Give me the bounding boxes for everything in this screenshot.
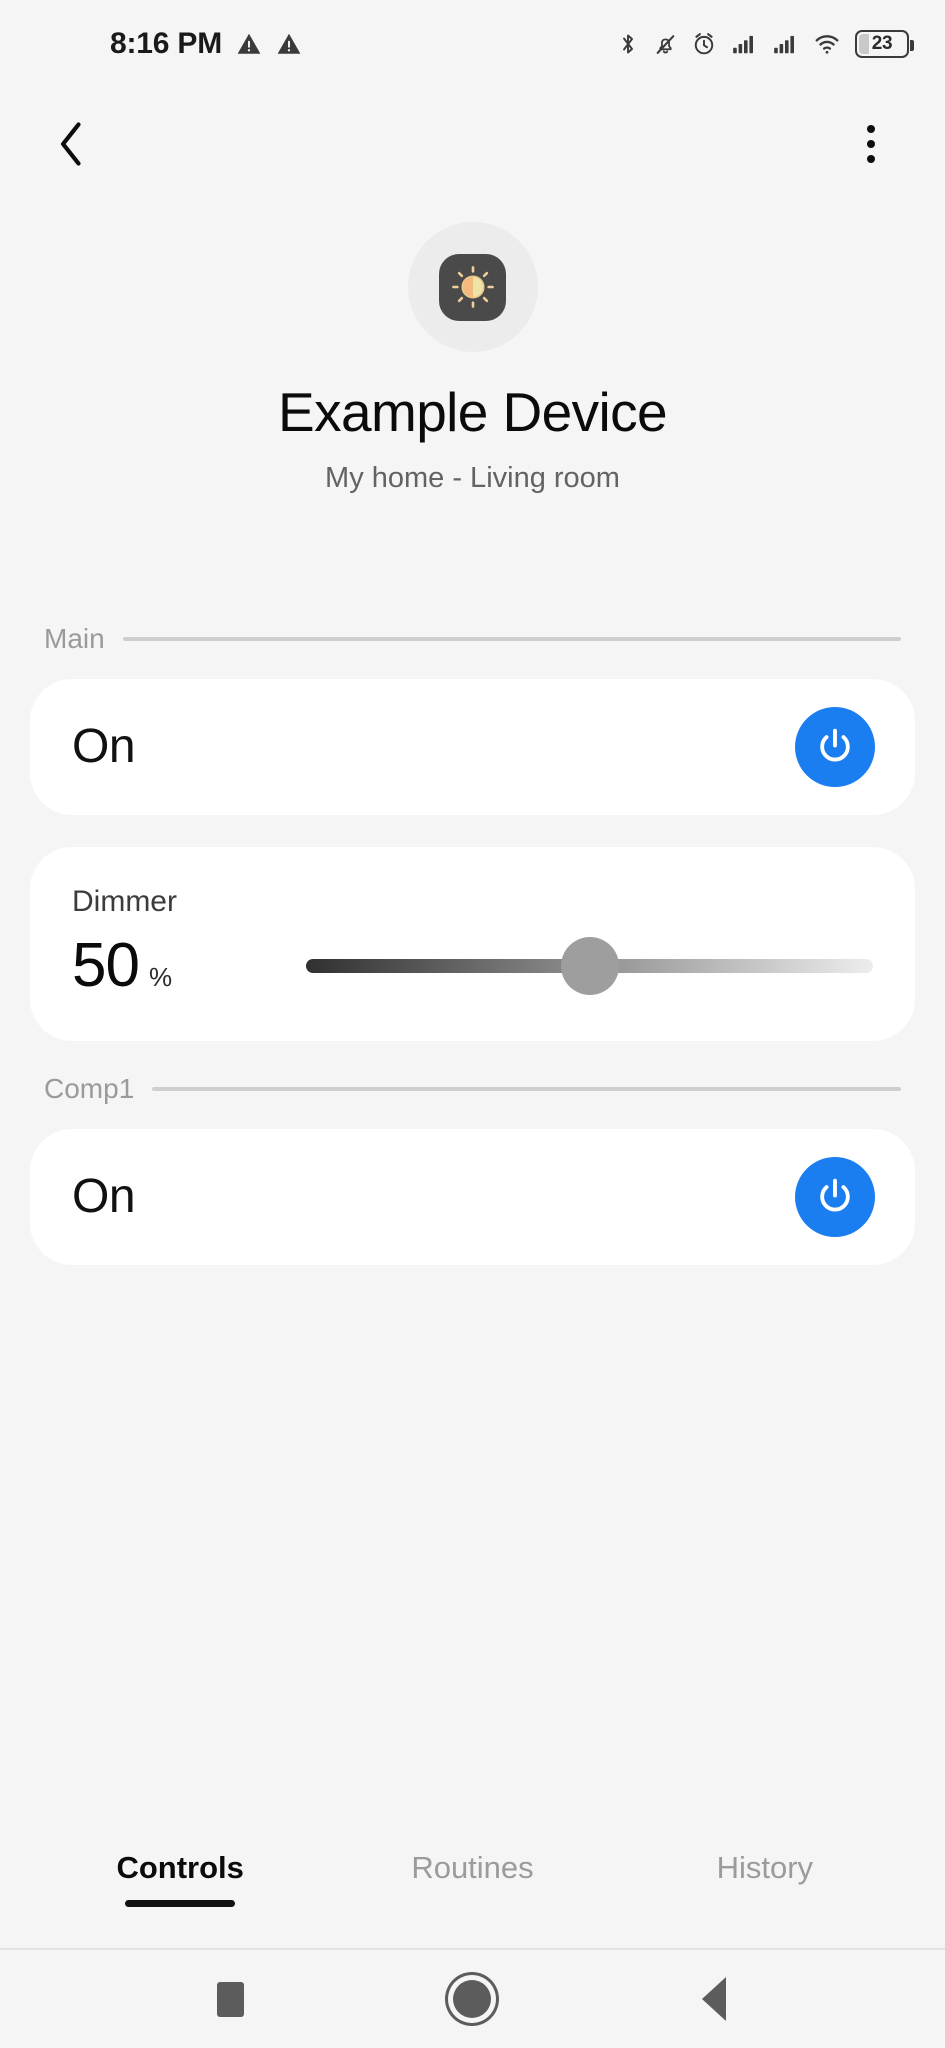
android-navigation-bar — [0, 1950, 945, 2048]
section-header-comp1: Comp1 — [30, 1073, 915, 1105]
home-button[interactable] — [427, 1954, 517, 2044]
controls-content: Main On Dimmer 50 % Comp1 On — [0, 623, 945, 1833]
status-bar-left: 8:16 PM — [110, 27, 302, 61]
tab-label: History — [716, 1850, 814, 1885]
section-label: Main — [44, 622, 105, 654]
slider-unit: % — [148, 961, 173, 992]
bluetooth-icon — [623, 34, 633, 54]
warning-triangle-icon — [237, 33, 261, 54]
slider-thumb[interactable] — [560, 936, 619, 995]
device-detail-screen: 8:16 PM 23 Example Device My home - Livi… — [0, 0, 945, 2048]
home-circle-icon — [453, 1980, 492, 2018]
tab-label: Controls — [116, 1850, 244, 1885]
chevron-left-icon — [60, 122, 81, 166]
alarm-icon — [694, 33, 714, 55]
power-icon — [820, 1178, 850, 1211]
section-divider — [122, 636, 901, 641]
section-label: Comp1 — [44, 1072, 135, 1104]
slider-value: 50 — [72, 930, 140, 1000]
tab-history[interactable]: History — [619, 1832, 911, 1907]
signal-sim2-icon — [774, 35, 794, 54]
tab-routines[interactable]: Routines — [326, 1832, 618, 1907]
power-toggle-button[interactable] — [795, 706, 875, 787]
bottom-tab-bar: Controls Routines History — [0, 1832, 945, 1950]
notifications-silenced-icon — [656, 35, 675, 54]
more-vertical-icon — [867, 125, 875, 163]
tab-controls[interactable]: Controls — [34, 1832, 326, 1907]
app-bar — [0, 88, 945, 200]
overflow-menu-button[interactable] — [839, 112, 903, 176]
battery-level: 23 — [871, 33, 893, 54]
toggle-state-label: On — [72, 720, 136, 773]
back-triangle-icon — [702, 1977, 727, 2021]
warning-triangle-icon — [277, 33, 301, 54]
back-nav-button[interactable] — [669, 1954, 759, 2044]
tab-active-indicator — [125, 1900, 236, 1907]
wifi-icon — [815, 35, 839, 54]
slider-label: Dimmer — [72, 884, 177, 918]
device-hero: Example Device My home - Living room — [0, 200, 945, 495]
status-clock: 8:16 PM — [110, 27, 222, 60]
slider-card-body: Dimmer 50 % — [30, 847, 915, 1041]
device-icon-badge — [407, 222, 538, 352]
status-bar: 8:16 PM 23 — [0, 0, 945, 88]
card-main-power: On — [30, 678, 915, 815]
brightness-sun-icon — [451, 266, 494, 308]
back-button[interactable] — [40, 112, 104, 176]
battery-fill — [859, 34, 869, 54]
battery-icon: 23 — [855, 30, 914, 58]
toggle-row[interactable]: On — [30, 679, 915, 815]
recents-square-icon — [217, 1981, 245, 2017]
device-icon-tile — [439, 253, 506, 321]
dimmer-slider[interactable] — [306, 936, 873, 996]
card-main-dimmer: Dimmer 50 % — [30, 846, 915, 1041]
status-bar-right: 23 — [616, 30, 914, 58]
recents-button[interactable] — [186, 1954, 276, 2044]
device-location: My home - Living room — [325, 461, 620, 494]
tab-label: Routines — [411, 1850, 534, 1885]
signal-sim1-icon — [733, 35, 753, 54]
power-toggle-button[interactable] — [795, 1156, 875, 1237]
device-name: Example Device — [278, 381, 668, 443]
toggle-state-label: On — [72, 1170, 136, 1223]
card-comp1-power: On — [30, 1128, 915, 1265]
slider-value-group: 50 % — [72, 930, 282, 1000]
power-icon — [820, 728, 850, 761]
section-header-main: Main — [30, 623, 915, 655]
slider-row: 50 % — [72, 930, 873, 1000]
section-divider — [152, 1086, 901, 1091]
toggle-row[interactable]: On — [30, 1129, 915, 1265]
